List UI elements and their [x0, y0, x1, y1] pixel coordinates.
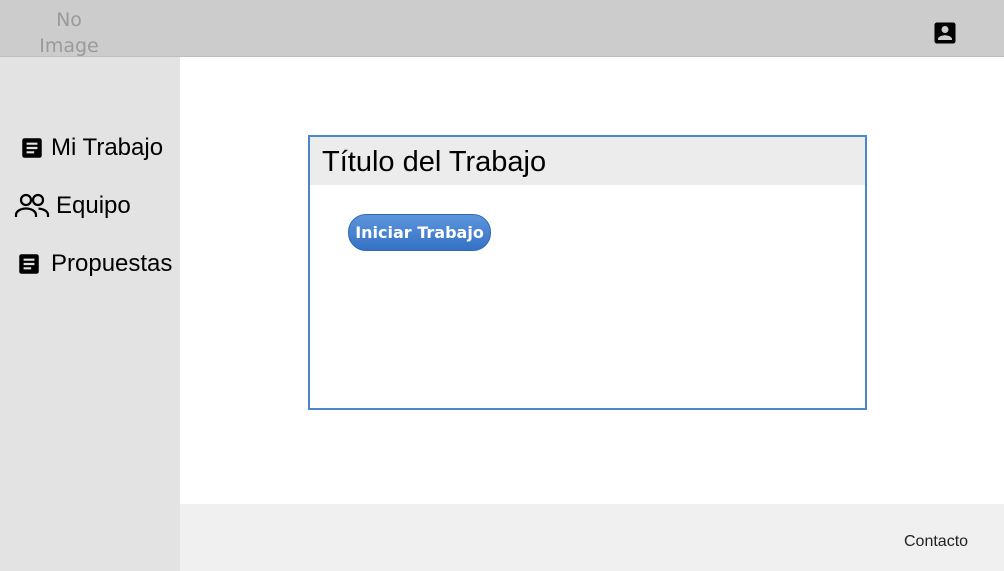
contact-link[interactable]: Contacto — [904, 533, 968, 551]
sidebar-item-label: Equipo — [56, 192, 131, 219]
account-box-icon[interactable] — [931, 19, 959, 47]
sidebar-item-equipo[interactable]: Equipo — [0, 189, 180, 223]
logo-placeholder: No Image — [39, 9, 99, 57]
job-card-header: Título del Trabajo — [310, 137, 865, 185]
document-icon — [22, 138, 42, 158]
sidebar-item-propuestas[interactable]: Propuestas — [0, 247, 180, 281]
job-title: Título del Trabajo — [322, 146, 547, 178]
document-icon — [19, 254, 39, 274]
job-card: Título del Trabajo Iniciar Trabajo — [308, 135, 867, 410]
sidebar: Mi Trabajo Equipo Propuestas — [0, 57, 180, 571]
sidebar-item-label: Propuestas — [51, 250, 173, 277]
sidebar-item-mi-trabajo[interactable]: Mi Trabajo — [0, 131, 180, 165]
start-job-button[interactable]: Iniciar Trabajo — [348, 214, 491, 251]
footer: Contacto — [180, 504, 1004, 571]
top-bar: No Image — [0, 0, 1004, 57]
sidebar-item-label: Mi Trabajo — [51, 134, 164, 161]
group-icon — [14, 193, 50, 217]
